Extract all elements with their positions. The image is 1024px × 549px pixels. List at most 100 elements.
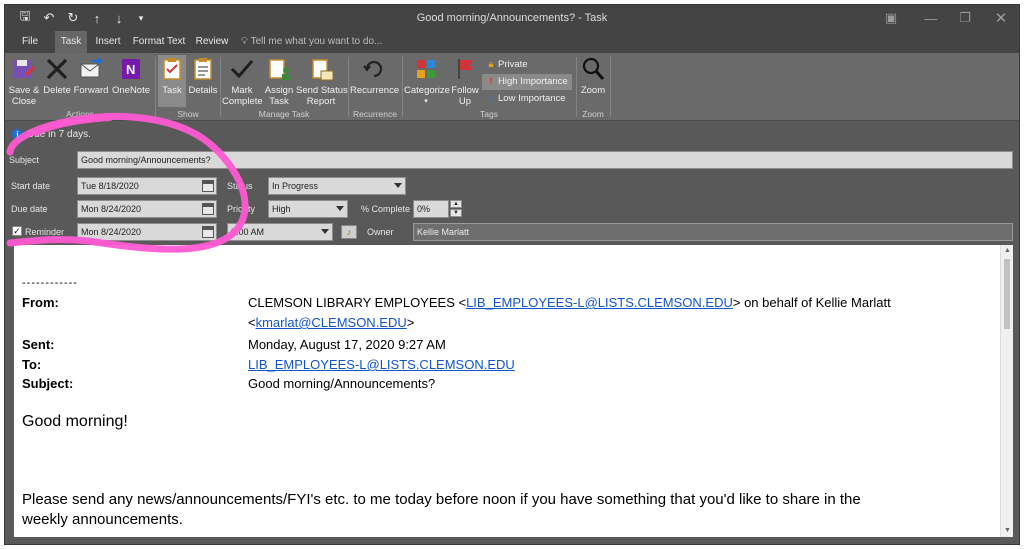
spin-up-icon[interactable]: ▲ <box>450 200 462 208</box>
save-close-button[interactable]: Save & Close <box>7 55 41 107</box>
low-importance-button[interactable]: ↓ Low Importance <box>482 91 566 107</box>
priority-dropdown[interactable]: High <box>268 200 348 218</box>
task-window: 🖫 ↶ ↻ ↑ ↓ ▾ Good morning/Announcements? … <box>4 4 1020 545</box>
high-importance-button[interactable]: ! High Importance <box>482 74 572 90</box>
info-icon: i <box>12 129 23 140</box>
details-button[interactable]: Details <box>188 55 218 96</box>
greeting-text: Good morning! <box>22 413 128 430</box>
status-label: Status <box>227 181 253 191</box>
checkmark-icon <box>230 60 254 79</box>
exclamation-icon: ! <box>489 76 493 87</box>
private-button[interactable]: 🔒︎ Private <box>482 57 527 73</box>
from-value: CLEMSON LIBRARY EMPLOYEES <LIB_EMPLOYEES… <box>248 295 891 310</box>
vertical-scrollbar[interactable]: ▲ ▼ <box>1000 245 1013 537</box>
group-separator <box>610 57 611 117</box>
tab-task[interactable]: Task <box>55 31 87 53</box>
from-value-line2: <kmarlat@CLEMSON.EDU> <box>248 315 415 330</box>
ribbon: Save & Close Delete Forward N OneNote Ac… <box>5 53 1019 121</box>
percent-complete-field[interactable]: 0% <box>413 200 449 218</box>
tab-file[interactable]: File <box>13 31 47 53</box>
due-date-field[interactable]: Mon 8/24/2020 <box>77 200 217 218</box>
to-value: LIB_EMPLOYEES-L@LISTS.CLEMSON.EDU <box>248 357 515 372</box>
group-label-show: Show <box>177 109 199 119</box>
assign-task-button[interactable]: Assign Task <box>263 55 295 107</box>
paragraph-line-2: weekly announcements. <box>22 511 183 528</box>
tab-format-text[interactable]: Format Text <box>129 31 189 53</box>
percent-complete-label: % Complete <box>361 204 411 214</box>
sent-value: Monday, August 17, 2020 9:27 AM <box>248 337 446 352</box>
group-separator <box>348 57 349 117</box>
message-subject-label: Subject: <box>22 376 74 391</box>
chevron-down-icon <box>394 183 402 188</box>
recurrence-button[interactable]: Recurrence <box>350 55 399 96</box>
calendar-icon[interactable] <box>202 226 214 238</box>
due-message: Due in 7 days. <box>27 129 91 140</box>
title-bar: 🖫 ↶ ↻ ↑ ↓ ▾ Good morning/Announcements? … <box>5 5 1019 31</box>
mark-complete-button[interactable]: Mark Complete <box>222 55 263 107</box>
forward-button[interactable]: Forward <box>73 55 109 96</box>
info-bar: i Due in 7 days. <box>5 126 1019 144</box>
start-date-label: Start date <box>11 181 51 191</box>
group-label-tags: Tags <box>480 109 498 119</box>
group-separator <box>402 57 403 117</box>
tab-insert[interactable]: Insert <box>91 31 125 53</box>
categorize-icon <box>417 60 435 78</box>
recurrence-icon <box>363 60 383 78</box>
down-arrow-icon: ↓ <box>488 93 494 104</box>
tell-me-placeholder: Tell me what you want to do... <box>250 36 383 47</box>
group-label-zoom: Zoom <box>582 109 604 119</box>
lock-icon: 🔒︎ <box>488 59 494 70</box>
minimize-icon[interactable]: — <box>917 10 945 26</box>
subject-field[interactable]: Good morning/Announcements? <box>77 151 1013 169</box>
tell-me-search[interactable]: 💡︎ Tell me what you want to do... <box>241 31 382 53</box>
zoom-button[interactable]: Zoom <box>578 55 608 96</box>
scroll-up-icon[interactable]: ▲ <box>1001 245 1014 257</box>
sound-icon[interactable]: ♪ <box>341 225 357 239</box>
save-close-icon <box>13 60 36 78</box>
sender-email-link[interactable]: kmarlat@CLEMSON.EDU <box>256 315 407 330</box>
from-email-link[interactable]: LIB_EMPLOYEES-L@LISTS.CLEMSON.EDU <box>466 295 733 310</box>
reminder-checkbox[interactable]: ✓ <box>12 226 22 236</box>
task-view-button[interactable]: Task <box>158 55 186 107</box>
svg-text:N: N <box>126 62 135 77</box>
group-separator <box>576 57 577 117</box>
close-icon[interactable]: ✕ <box>987 10 1015 27</box>
due-date-label: Due date <box>11 204 48 214</box>
chevron-down-icon: ▾ <box>424 98 428 105</box>
subject-label: Subject <box>9 155 40 165</box>
start-date-field[interactable]: Tue 8/18/2020 <box>77 177 217 195</box>
scrollbar-thumb[interactable] <box>1004 259 1010 329</box>
to-email-link[interactable]: LIB_EMPLOYEES-L@LISTS.CLEMSON.EDU <box>248 357 515 372</box>
follow-up-button[interactable]: Follow Up <box>450 55 480 107</box>
onenote-button[interactable]: N OneNote <box>111 55 151 96</box>
scroll-down-icon[interactable]: ▼ <box>1001 525 1014 537</box>
assign-task-icon <box>269 59 290 80</box>
categorize-button[interactable]: Categorize ▾ <box>404 55 450 107</box>
tab-review[interactable]: Review <box>193 31 231 53</box>
send-status-report-button[interactable]: Send Status Report <box>296 55 348 107</box>
reminder-date-field[interactable]: Mon 8/24/2020 <box>77 223 217 241</box>
status-dropdown[interactable]: In Progress <box>268 177 406 195</box>
ribbon-display-icon[interactable]: ▣ <box>877 10 905 26</box>
owner-field: Kellie Marlatt <box>413 223 1013 241</box>
group-label-actions: Actions <box>66 109 94 119</box>
calendar-icon[interactable] <box>202 180 214 192</box>
task-body[interactable]: ------------ From: CLEMSON LIBRARY EMPLO… <box>14 245 1000 537</box>
calendar-icon[interactable] <box>202 203 214 215</box>
delete-button[interactable]: Delete <box>43 55 71 96</box>
reminder-time-dropdown[interactable]: 9:00 AM <box>227 223 333 241</box>
from-label: From: <box>22 295 59 310</box>
paragraph-line-1: Please send any news/announcements/FYI's… <box>22 491 861 508</box>
ribbon-tabs: File Task Insert Format Text Review 💡︎ T… <box>5 31 1019 53</box>
chevron-down-icon <box>336 206 344 211</box>
group-separator <box>155 57 156 117</box>
chevron-down-icon <box>321 229 329 234</box>
group-separator <box>220 57 221 117</box>
send-status-icon <box>312 59 334 81</box>
details-icon <box>194 58 212 80</box>
task-clipboard-icon <box>163 58 181 80</box>
maximize-icon[interactable]: ❐ <box>951 10 979 26</box>
message-subject-value: Good morning/Announcements? <box>248 376 436 391</box>
spin-down-icon[interactable]: ▼ <box>450 209 462 217</box>
lightbulb-icon: 💡︎ <box>241 36 248 47</box>
